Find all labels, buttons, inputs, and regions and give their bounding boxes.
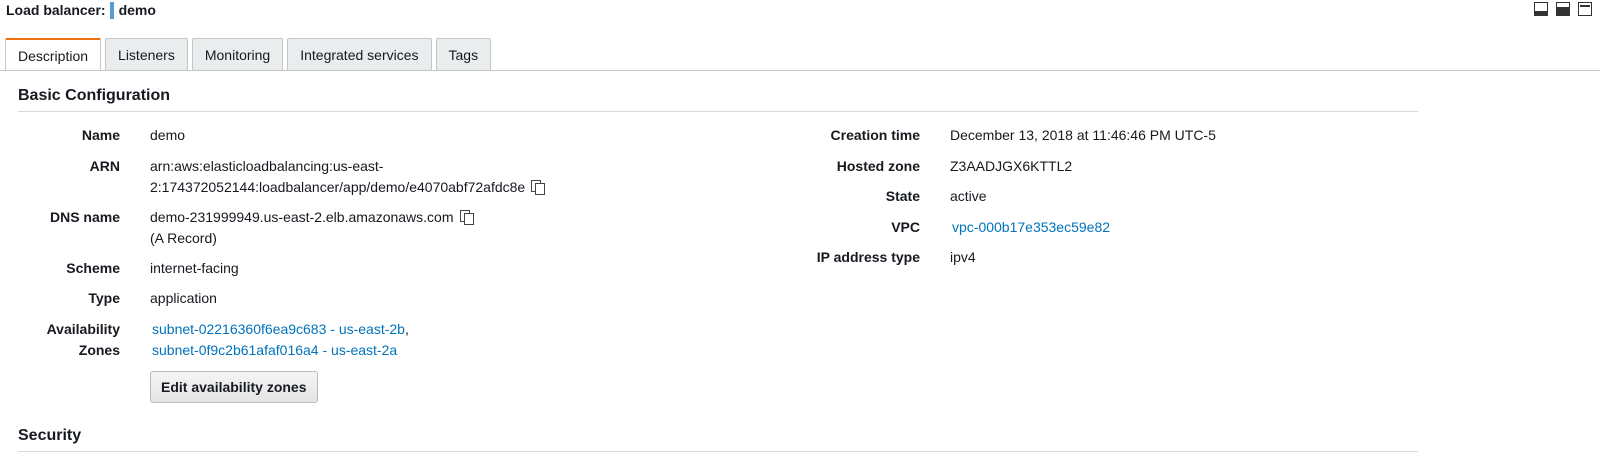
arn-value: arn:aws:elasticloadbalancing:us-east- 2:… bbox=[150, 156, 546, 198]
tab-divider bbox=[0, 70, 1600, 71]
ip-address-type-value: ipv4 bbox=[950, 249, 976, 265]
dns-label: DNS name bbox=[49, 209, 120, 225]
type-value: application bbox=[150, 290, 217, 306]
hosted-zone-row: Hosted zone Z3AADJGX6KTTL2 bbox=[740, 156, 1072, 177]
load-balancer-name: demo bbox=[118, 2, 156, 18]
subnet-link-2b[interactable]: subnet-02216360f6ea9c683 - us-east-2b bbox=[152, 321, 405, 337]
hosted-zone-value: Z3AADJGX6KTTL2 bbox=[950, 158, 1073, 174]
type-row: Type application bbox=[0, 288, 217, 309]
title-marker bbox=[109, 1, 114, 19]
scheme-label: Scheme bbox=[66, 260, 120, 276]
security-divider bbox=[18, 451, 1418, 452]
edit-availability-zones-button[interactable]: Edit availability zones bbox=[150, 371, 318, 403]
availability-zones-row: Availability Zones subnet-02216360f6ea9c… bbox=[0, 319, 409, 361]
availability-zones-value: subnet-02216360f6ea9c683 - us-east-2b, s… bbox=[152, 319, 409, 361]
tab-tags[interactable]: Tags bbox=[435, 38, 492, 70]
arn-line-2: 2:174372052144:loadbalancer/app/demo/e40… bbox=[150, 177, 546, 198]
vpc-row: VPC vpc-000b17e353ec59e82 bbox=[740, 217, 1110, 238]
ip-address-type-label: IP address type bbox=[816, 249, 920, 265]
copy-dns-icon[interactable] bbox=[459, 210, 474, 225]
arn-line-1: arn:aws:elasticloadbalancing:us-east- bbox=[150, 158, 384, 174]
state-value: active bbox=[950, 188, 987, 204]
subnet-link-2a[interactable]: subnet-0f9c2b61afaf016a4 - us-east-2a bbox=[152, 342, 397, 358]
section-divider bbox=[18, 111, 1418, 112]
dns-row: DNS name demo-231999949.us-east-2.elb.am… bbox=[0, 207, 474, 249]
type-label: Type bbox=[88, 290, 120, 306]
az-label-line-1: Availability bbox=[46, 321, 120, 337]
dns-name-text: demo-231999949.us-east-2.elb.amazonaws.c… bbox=[150, 209, 454, 225]
scheme-row: Scheme internet-facing bbox=[0, 258, 239, 279]
pane-controls bbox=[1534, 2, 1592, 16]
tab-monitoring[interactable]: Monitoring bbox=[191, 38, 284, 70]
arn-row: ARN arn:aws:elasticloadbalancing:us-east… bbox=[0, 156, 546, 198]
dns-record-type: (A Record) bbox=[150, 230, 217, 246]
split-pane-icon[interactable] bbox=[1556, 2, 1570, 16]
basic-configuration-heading: Basic Configuration bbox=[18, 87, 171, 104]
name-value: demo bbox=[150, 127, 186, 143]
vpc-link[interactable]: vpc-000b17e353ec59e82 bbox=[952, 217, 1110, 238]
name-row: Name demo bbox=[0, 125, 185, 146]
dns-value: demo-231999949.us-east-2.elb.amazonaws.c… bbox=[150, 207, 474, 249]
tab-bar: Description Listeners Monitoring Integra… bbox=[5, 38, 492, 71]
creation-time-row: Creation time December 13, 2018 at 11:46… bbox=[740, 125, 1216, 146]
page-title-label: Load balancer: bbox=[6, 2, 106, 18]
name-label: Name bbox=[81, 127, 120, 143]
az-label-line-2: Zones bbox=[78, 342, 120, 358]
state-row: State active bbox=[740, 186, 987, 207]
page-title: Load balancer: demo bbox=[6, 1, 156, 19]
tab-listeners[interactable]: Listeners bbox=[105, 38, 188, 70]
ip-address-type-row: IP address type ipv4 bbox=[740, 247, 976, 268]
copy-arn-icon[interactable] bbox=[531, 180, 546, 195]
tab-description[interactable]: Description bbox=[5, 38, 102, 71]
minimize-pane-icon[interactable] bbox=[1534, 2, 1548, 16]
maximize-pane-icon[interactable] bbox=[1578, 2, 1592, 16]
scheme-value: internet-facing bbox=[150, 260, 239, 276]
creation-time-label: Creation time bbox=[830, 127, 920, 143]
vpc-label: VPC bbox=[891, 219, 920, 235]
arn-label: ARN bbox=[89, 158, 120, 174]
arn-line-2-text: 2:174372052144:loadbalancer/app/demo/e40… bbox=[150, 179, 526, 195]
az-separator: , bbox=[404, 321, 409, 337]
creation-time-value: December 13, 2018 at 11:46:46 PM UTC-5 bbox=[950, 127, 1216, 143]
dns-line-1: demo-231999949.us-east-2.elb.amazonaws.c… bbox=[150, 207, 474, 228]
availability-zones-label: Availability Zones bbox=[0, 319, 120, 361]
security-heading: Security bbox=[18, 427, 82, 444]
hosted-zone-label: Hosted zone bbox=[836, 158, 920, 174]
tab-integrated-services[interactable]: Integrated services bbox=[287, 38, 432, 70]
state-label: State bbox=[885, 188, 920, 204]
